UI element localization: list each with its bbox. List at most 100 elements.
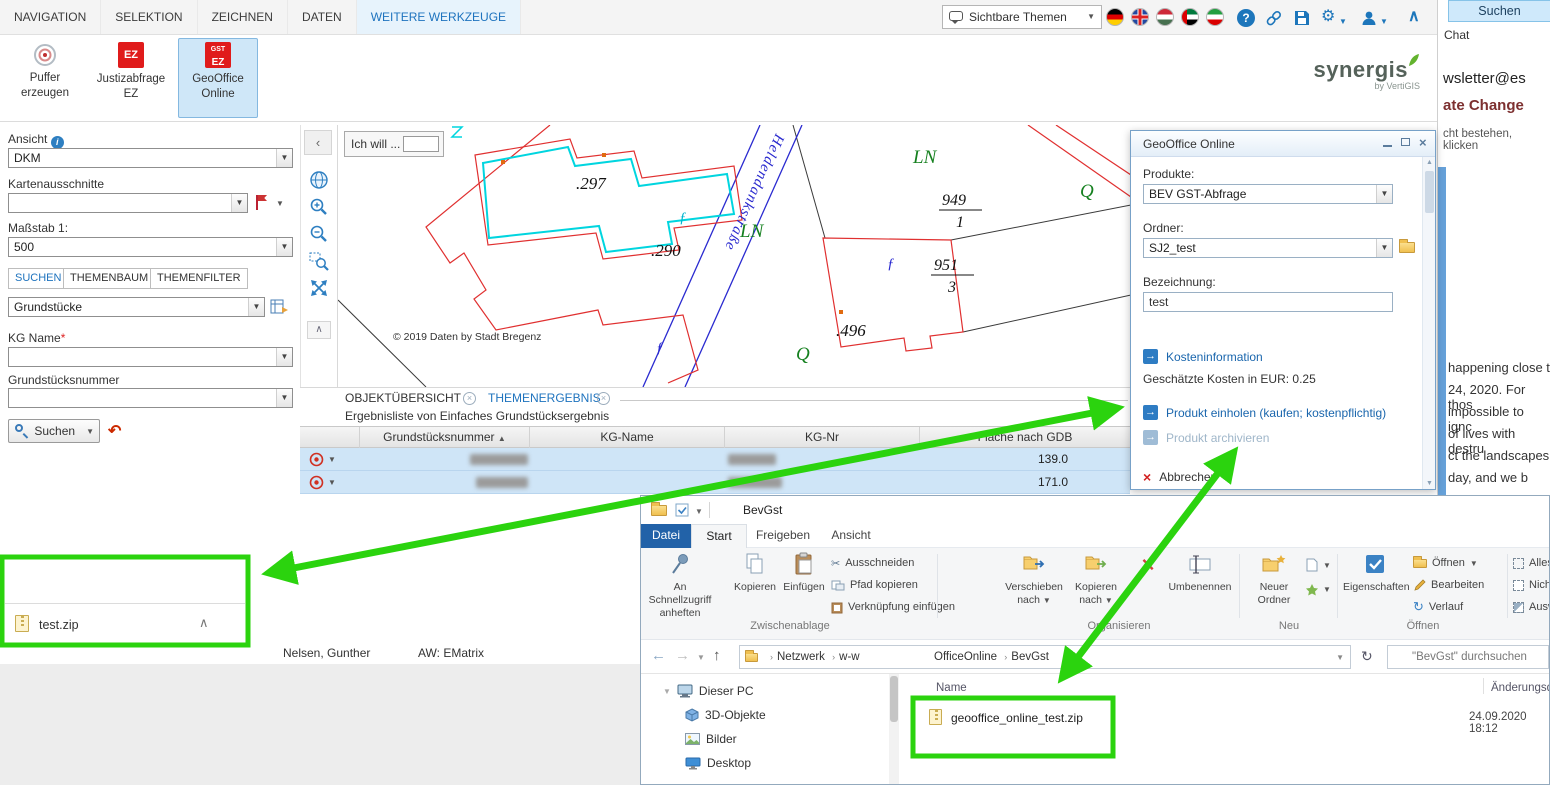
help-icon[interactable]: ? [1237,9,1255,27]
map-canvas[interactable]: ƒ ƒ ƒ .297 .290 .496 949 1 951 3 LN LN Q… [338,125,1131,387]
verlauf-button[interactable]: ↻Verlauf [1413,598,1463,616]
chat-label[interactable]: Chat [1444,28,1469,42]
ribbon-tab-navigation[interactable]: NAVIGATION [0,0,101,34]
produkte-select[interactable]: BEV GST-Abfrage▼ [1143,184,1393,204]
address-caret-icon[interactable]: ▼ [1336,647,1344,669]
caret-down-icon[interactable]: ▼ [231,194,247,212]
tab-themenbaum[interactable]: THEMENBAUM [63,268,155,289]
produkt-einholen-link[interactable]: →Produkt einholen (kaufen; kostenpflicht… [1143,405,1386,420]
select-none-button[interactable]: Nicht ausw [1513,576,1550,594]
explorer-search-box[interactable]: "BevGst" durchsuchen [1387,645,1549,669]
produkt-archivieren-link[interactable]: →Produkt archivieren [1143,430,1269,445]
collapse-ribbon-icon[interactable]: ∧ [1408,8,1420,26]
user-icon[interactable] [1360,9,1378,27]
ribbon-tab-daten[interactable]: DATEN [288,0,357,34]
ausschneiden-button[interactable]: ✂Ausschneiden [831,554,914,572]
oeffnen-button[interactable]: Öffnen▼ [1413,554,1478,572]
collapse-panel-button[interactable]: ‹ [304,130,332,155]
forward-icon[interactable]: → [675,647,690,664]
row-caret-icon[interactable]: ▼ [328,478,336,487]
choose-folder-icon[interactable] [1399,242,1415,253]
restore-icon[interactable] [1401,138,1410,146]
flag-iran-icon[interactable] [1206,8,1224,26]
select-all-button[interactable]: Alles ausw [1513,554,1550,572]
kopieren-nach-button[interactable]: Kopierennach ▼ [1067,550,1125,626]
zoom-out-icon[interactable] [309,224,329,244]
recent-caret-icon[interactable]: ▼ [697,653,705,662]
caret-down-icon[interactable]: ▼ [86,421,94,443]
panel-splitter[interactable] [620,400,1128,401]
minimize-icon[interactable] [1383,145,1392,147]
tree-item-dieser-pc[interactable]: ▼Dieser PC [663,684,754,698]
flag-uae-icon[interactable] [1181,8,1199,26]
loeschen-button[interactable]: × [1129,550,1167,626]
bearbeiten-button[interactable]: Bearbeiten [1413,576,1484,594]
file-row[interactable]: geooffice_online_test.zip 24.09.2020 18:… [909,706,1549,730]
file-list-header-date[interactable]: Änderungsdatu [1491,682,1550,694]
kosteninformation-link[interactable]: →Kosteninformation [1143,349,1263,364]
row-caret-icon[interactable]: ▼ [328,455,336,464]
new-item-button[interactable]: ▼ [1305,556,1331,574]
invert-selection-button[interactable]: Ausw [1513,598,1550,616]
gear-icon[interactable]: ⚙ [1321,8,1335,26]
ich-will-widget[interactable]: Ich will ... [344,131,444,157]
table-row[interactable]: ▼ 139.0 [300,448,1130,471]
column-header-flaeche[interactable]: Fläche nach GDB [920,427,1130,449]
menu-freigeben[interactable]: Freigeben [747,524,819,548]
column-header-kg-nr[interactable]: KG-Nr [725,427,920,449]
column-separator[interactable] [1483,678,1484,694]
scrollup-chevron-icon[interactable]: ∧ [307,321,331,339]
refresh-icon[interactable]: ↻ [1361,648,1373,665]
caret-down-icon[interactable]: ▼ [1376,185,1392,203]
zoom-in-icon[interactable] [309,197,329,217]
tree-item-bilder[interactable]: Bilder [685,732,737,746]
tree-item-3d-objekte[interactable]: 3D-Objekte [685,708,766,722]
neuer-ordner-button[interactable]: NeuerOrdner [1245,550,1303,626]
caret-down-icon[interactable]: ▼ [276,149,292,167]
scrollbar-thumb[interactable] [890,676,898,722]
address-bar[interactable]: ›Netzwerk ›w-w OfficeOnline ›BevGst ▼ [739,645,1351,669]
suchen-button[interactable]: Suchen ▼ [8,419,100,443]
expand-chevron-icon[interactable]: ▼ [663,687,671,696]
column-header-grundstuecksnummer[interactable]: Grundstücksnummer ▲ [360,427,530,449]
back-icon[interactable]: ← [651,647,666,664]
locate-target-icon[interactable] [309,475,324,490]
email-subject[interactable]: AW: EMatrix [418,646,484,660]
puffer-erzeugen-button[interactable]: Puffererzeugen [6,42,84,101]
locate-target-icon[interactable] [309,452,324,467]
flag-british-icon[interactable] [1131,8,1149,26]
chevron-up-icon[interactable]: ∧ [199,615,209,631]
quick-access-caret-icon[interactable]: ▼ [695,507,703,516]
gear-caret-icon[interactable]: ▼ [1339,13,1347,31]
bezeichnung-input[interactable]: test [1143,292,1393,312]
table-row[interactable]: ▼ 171.0 [300,471,1130,494]
visible-themes-dropdown[interactable]: Sichtbare Themen ▼ [942,5,1102,29]
caret-down-icon[interactable]: ▼ [276,238,292,256]
massstab-select[interactable]: 500▼ [8,237,293,257]
eigenschaften-button[interactable]: Eigenschaften [1343,550,1407,626]
tab-themenfilter[interactable]: THEMENFILTER [150,268,248,289]
dialog-titlebar[interactable]: GeoOffice Online × [1131,131,1435,157]
easy-access-button[interactable]: ▼ [1305,580,1331,598]
full-extent-icon[interactable] [309,278,329,298]
caret-down-icon[interactable]: ▼ [248,298,264,316]
kopieren-button[interactable]: Kopieren [731,550,779,626]
globe-icon[interactable] [309,170,329,190]
save-icon[interactable] [1293,9,1311,27]
kg-name-select[interactable]: ▼ [8,347,293,367]
flag-caret-icon[interactable]: ▼ [276,199,284,208]
tree-scrollbar[interactable] [889,674,899,785]
pfad-kopieren-button[interactable]: Pfad kopieren [831,576,918,594]
umbenennen-button[interactable]: Umbenennen [1165,550,1235,626]
layer-table-icon[interactable] [270,298,289,316]
ribbon-tab-selektion[interactable]: SELEKTION [101,0,197,34]
scrollbar-strip[interactable] [1438,167,1446,497]
ordner-select[interactable]: SJ2_test▼ [1143,238,1393,258]
pin-quick-access-button[interactable]: An Schnellzugriff anheften [647,550,713,626]
explorer-titlebar[interactable]: ▼ BevGst [641,496,1549,524]
download-item-label[interactable]: test.zip [39,618,79,632]
tab-themenergebnis[interactable]: THEMENERGEBNIS [488,391,601,405]
column-header-kg-name[interactable]: KG-Name [530,427,725,449]
menu-start[interactable]: Start [691,524,747,548]
caret-down-icon[interactable]: ▼ [276,389,292,407]
